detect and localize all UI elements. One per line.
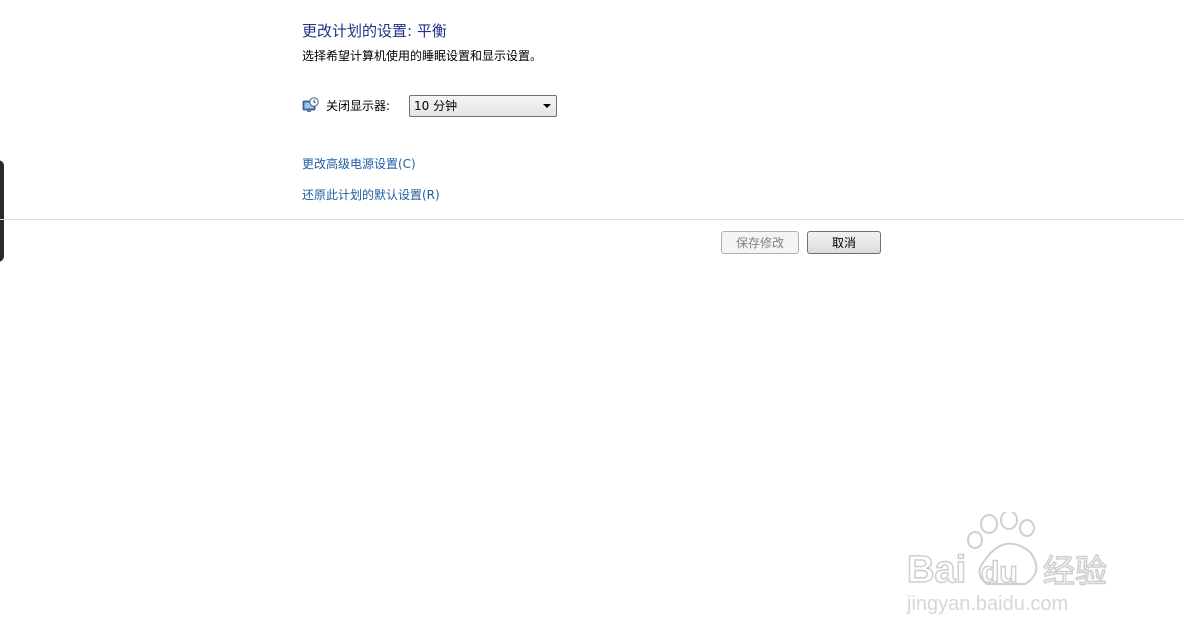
svg-text:经验: 经验 (1043, 552, 1107, 590)
window-edge (0, 160, 4, 262)
control-panel-window: 更改计划的设置: 平衡 选择希望计算机使用的睡眠设置和显示设置。 关闭显示器: … (0, 0, 1184, 642)
chevron-down-icon (543, 103, 551, 108)
display-off-label: 关闭显示器: (326, 99, 391, 113)
baidu-watermark: Bai du 经验 jingyan.baidu.com (905, 510, 1120, 622)
save-button[interactable]: 保存修改 (721, 231, 799, 254)
advanced-power-settings-link[interactable]: 更改高级电源设置(C) (302, 155, 416, 172)
display-off-dropdown[interactable]: 10 分钟 (409, 94, 557, 117)
monitor-clock-icon (302, 97, 319, 114)
page-subtitle: 选择希望计算机使用的睡眠设置和显示设置。 (302, 49, 543, 63)
svg-text:Bai: Bai (907, 549, 966, 591)
display-off-value: 10 分钟 (414, 99, 458, 113)
display-off-setting: 关闭显示器: 10 分钟 (302, 93, 557, 118)
baidu-brand-text: Bai du 经验 (906, 548, 1108, 592)
cancel-button[interactable]: 取消 (807, 231, 881, 254)
baidu-url: jingyan.baidu.com (906, 593, 1068, 615)
divider (0, 219, 1184, 220)
restore-defaults-link[interactable]: 还原此计划的默认设置(R) (302, 186, 440, 203)
svg-text:du: du (981, 556, 1018, 589)
page-title: 更改计划的设置: 平衡 (302, 22, 447, 40)
